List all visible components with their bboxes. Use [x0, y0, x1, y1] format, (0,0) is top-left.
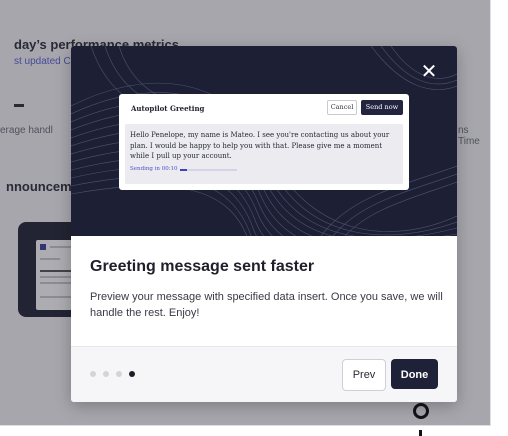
hero-illustration: ✕ Autopilot Greeting Cancel Send now Hel…	[71, 46, 457, 236]
step-dot[interactable]	[103, 371, 109, 377]
preview-send-now-button: Send now	[361, 100, 403, 115]
done-button[interactable]: Done	[391, 359, 438, 389]
help-launcher-icon[interactable]	[413, 403, 429, 419]
preview-title: Autopilot Greeting	[131, 104, 205, 113]
step-dot[interactable]	[116, 371, 122, 377]
sending-countdown: Sending in 00:10	[130, 166, 178, 172]
help-launcher-stem	[419, 430, 422, 436]
step-dot[interactable]	[129, 371, 135, 377]
prev-button[interactable]: Prev	[342, 359, 386, 391]
preview-message-box: Hello Penelope, my name is Mateo. I see …	[125, 124, 403, 184]
close-icon: ✕	[420, 61, 438, 83]
modal-title: Greeting message sent faster	[90, 258, 315, 275]
step-indicator	[90, 371, 135, 377]
modal-footer: Prev Done	[71, 346, 457, 402]
close-button[interactable]: ✕	[417, 60, 441, 84]
greeting-preview-card: Autopilot Greeting Cancel Send now Hello…	[119, 94, 409, 190]
feature-tour-modal: ✕ Autopilot Greeting Cancel Send now Hel…	[71, 46, 457, 402]
preview-cancel-button: Cancel	[327, 100, 357, 115]
step-dot[interactable]	[90, 371, 96, 377]
preview-message-text: Hello Penelope, my name is Mateo. I see …	[130, 131, 390, 160]
sending-progress-track	[180, 169, 237, 171]
modal-description: Preview your message with specified data…	[90, 291, 443, 319]
sending-progress-fill	[180, 169, 187, 171]
